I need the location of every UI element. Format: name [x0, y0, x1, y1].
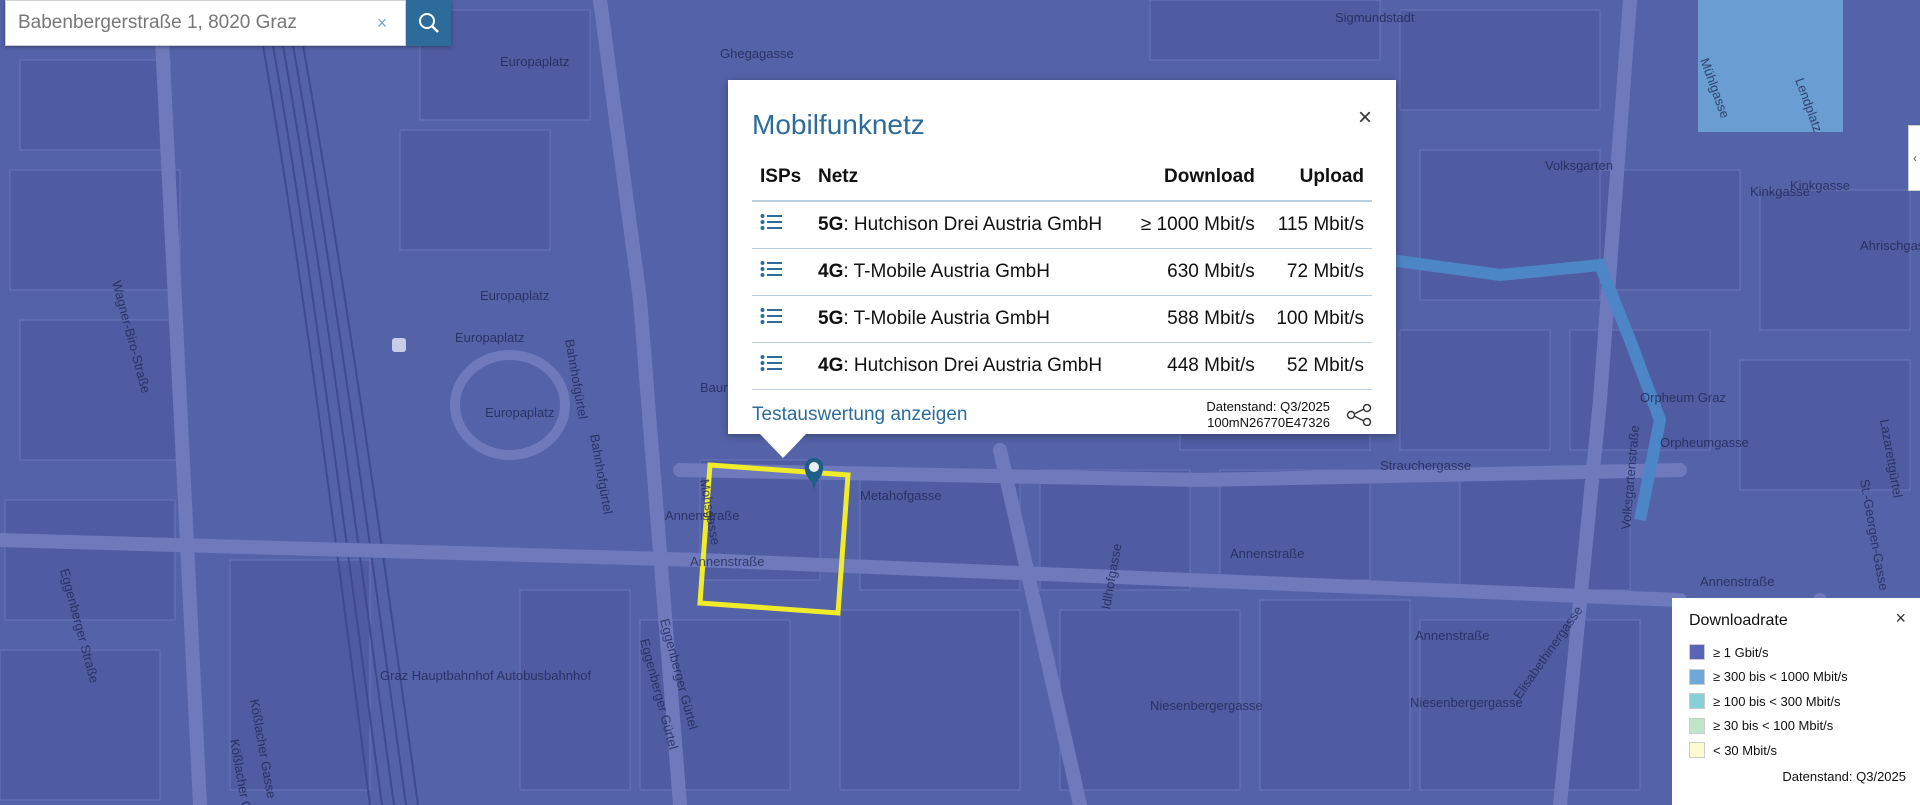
legend-title: Downloadrate — [1689, 612, 1788, 629]
legend-swatch — [1689, 644, 1705, 661]
column-header-netz: Netz — [810, 154, 1126, 202]
upload-value: 100 Mbit/s — [1262, 295, 1372, 343]
legend-label: ≥ 100 bis < 300 Mbit/s — [1713, 693, 1841, 709]
legend-panel: Downloadrate × ≥ 1 Gbit/s ≥ 300 bis < 100… — [1672, 598, 1920, 805]
street-label: Kinkgasse — [1790, 178, 1850, 193]
list-icon[interactable] — [760, 354, 782, 372]
street-label: Annenstraße — [1230, 546, 1304, 561]
footer-meta: Datenstand: Q3/2025 100mN26770E47326 — [1206, 399, 1372, 431]
close-popup-button[interactable]: × — [1358, 106, 1372, 130]
tech-label: 5G — [818, 308, 844, 329]
network-cell: 5G: Hutchison Drei Austria GmbH — [810, 201, 1126, 249]
legend-list: ≥ 1 Gbit/s ≥ 300 bis < 1000 Mbit/s ≥ 100 b… — [1689, 640, 1906, 763]
isp-cell — [752, 248, 810, 296]
list-icon[interactable] — [760, 307, 782, 325]
tech-label: 4G — [818, 355, 844, 376]
popup-title: Mobilfunknetz — [752, 109, 925, 140]
street-label: Niesenbergergasse — [1150, 698, 1263, 713]
isp-cell — [752, 201, 810, 249]
street-label: Annenstraße — [1700, 574, 1774, 589]
legend-swatch — [1689, 742, 1705, 759]
legend-item: ≥ 1 Gbit/s — [1689, 640, 1906, 665]
legend-label: < 30 Mbit/s — [1713, 742, 1777, 758]
isp-cell — [752, 295, 810, 343]
search-icon — [418, 13, 439, 33]
table-row: 5G: Hutchison Drei Austria GmbH ≥ 1000 Mb… — [752, 201, 1372, 249]
upload-value: 115 Mbit/s — [1262, 201, 1372, 249]
legend-label: ≥ 30 bis < 100 Mbit/s — [1713, 718, 1834, 734]
side-panel-toggle[interactable]: ‹ — [1908, 125, 1920, 191]
legend-item: ≥ 300 bis < 1000 Mbit/s — [1689, 665, 1906, 690]
clear-search-button[interactable]: × — [369, 13, 395, 34]
column-header-isps: ISPs — [752, 154, 810, 202]
share-icon[interactable] — [1346, 404, 1372, 426]
legend-swatch — [1689, 668, 1705, 685]
column-header-download: Download — [1125, 154, 1263, 202]
street-label: Annenstraße — [665, 508, 739, 523]
tech-label: 4G — [818, 261, 844, 282]
street-label: Sigmundstadt — [1335, 10, 1415, 25]
legend-swatch — [1689, 693, 1705, 710]
street-label: Europaplatz — [480, 288, 549, 303]
search-bar: × — [5, 0, 451, 46]
street-label: Europaplatz — [455, 330, 524, 345]
isp-table: ISPs Netz Download Upload 5G: Hutchison … — [752, 154, 1372, 390]
street-label: Annenstraße — [1415, 628, 1489, 643]
download-value: 630 Mbit/s — [1125, 248, 1263, 296]
street-label: Metahofgasse — [860, 488, 942, 503]
street-label: Niesenbergergasse — [1410, 695, 1523, 710]
provider-name: : Hutchison Drei Austria GmbH — [843, 214, 1103, 235]
legend-item: ≥ 100 bis < 300 Mbit/s — [1689, 689, 1906, 714]
isp-cell — [752, 342, 810, 390]
table-row: 4G: T-Mobile Austria GmbH 630 Mbit/s 72 Mb… — [752, 248, 1372, 296]
street-label: Ahrischgasse — [1860, 238, 1920, 253]
upload-value: 72 Mbit/s — [1262, 248, 1372, 296]
table-row: 5G: T-Mobile Austria GmbH 588 Mbit/s 100 M… — [752, 295, 1372, 343]
table-row: 4G: Hutchison Drei Austria GmbH 448 Mbit/… — [752, 342, 1372, 390]
legend-item: ≥ 30 bis < 100 Mbit/s — [1689, 714, 1906, 739]
download-value: ≥ 1000 Mbit/s — [1125, 201, 1263, 249]
street-label: Strauchergasse — [1380, 458, 1471, 473]
street-label: Volksgarten — [1545, 158, 1613, 173]
search-button[interactable] — [406, 0, 451, 46]
network-cell: 5G: T-Mobile Austria GmbH — [810, 295, 1126, 343]
network-cell: 4G: Hutchison Drei Austria GmbH — [810, 342, 1126, 390]
legend-datenstand: Datenstand: Q3/2025 — [1782, 768, 1906, 784]
test-evaluation-link[interactable]: Testauswertung anzeigen — [752, 404, 967, 426]
street-label: Orpheum Graz — [1640, 390, 1726, 405]
cell-info-popup: Mobilfunknetz × ISPs Netz Download Uploa… — [728, 80, 1396, 434]
street-label: Europaplatz — [500, 54, 569, 69]
download-value: 448 Mbit/s — [1125, 342, 1263, 390]
list-icon[interactable] — [760, 260, 782, 278]
street-label: Europaplatz — [485, 405, 554, 420]
chevron-left-icon: ‹ — [1913, 151, 1917, 165]
close-legend-button[interactable]: × — [1895, 608, 1906, 629]
cell-id-text: 100mN26770E47326 — [1207, 415, 1330, 430]
legend-label: ≥ 300 bis < 1000 Mbit/s — [1713, 669, 1848, 685]
search-input[interactable] — [16, 11, 369, 35]
data-status: Datenstand: Q3/2025 100mN26770E47326 — [1206, 399, 1330, 431]
legend-item: < 30 Mbit/s — [1689, 738, 1906, 763]
street-label: Annenstraße — [690, 554, 764, 569]
street-label: Ghegagasse — [720, 46, 794, 61]
street-label: Orpheumgasse — [1660, 435, 1749, 450]
list-icon[interactable] — [760, 213, 782, 231]
legend-swatch — [1689, 717, 1705, 734]
legend-label: ≥ 1 Gbit/s — [1713, 644, 1769, 660]
column-header-upload: Upload — [1262, 154, 1372, 202]
provider-name: : T-Mobile Austria GmbH — [843, 261, 1050, 282]
popup-pointer — [760, 434, 806, 458]
provider-name: : T-Mobile Austria GmbH — [843, 308, 1050, 329]
popup-footer: Testauswertung anzeigen Datenstand: Q3/2… — [752, 390, 1372, 440]
table-header-row: ISPs Netz Download Upload — [752, 154, 1372, 202]
upload-value: 52 Mbit/s — [1262, 342, 1372, 390]
street-label: Graz Hauptbahnhof Autobusbahnhof — [380, 668, 591, 683]
network-cell: 4G: T-Mobile Austria GmbH — [810, 248, 1126, 296]
datenstand-text: Datenstand: Q3/2025 — [1206, 399, 1330, 414]
tech-label: 5G — [818, 214, 844, 235]
search-box: × — [5, 0, 406, 46]
provider-name: : Hutchison Drei Austria GmbH — [843, 355, 1103, 376]
download-value: 588 Mbit/s — [1125, 295, 1263, 343]
